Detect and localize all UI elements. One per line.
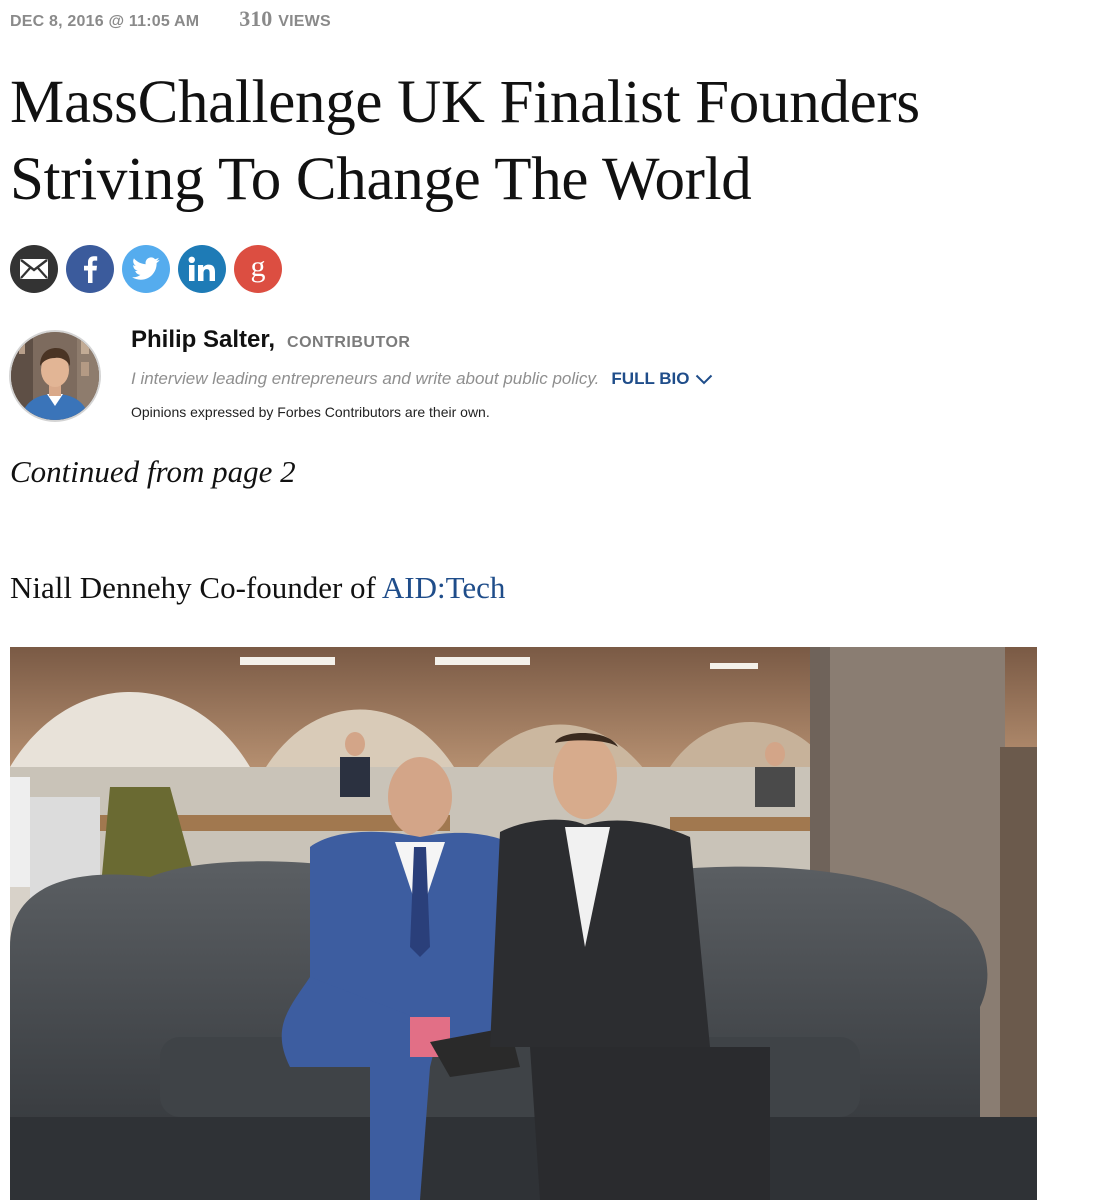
- google-plus-icon: g: [251, 254, 266, 283]
- aidtech-link[interactable]: AID:Tech: [382, 570, 506, 605]
- continued-note: Continued from page 2: [10, 454, 296, 489]
- author-line: Philip Salter, CONTRIBUTOR: [131, 326, 410, 354]
- publish-date: DEC 8, 2016 @ 11:05 AM: [10, 13, 200, 30]
- views-count: 310: [239, 6, 273, 31]
- author-avatar[interactable]: [9, 330, 101, 422]
- author-bio-line: I interview leading entrepreneurs and wr…: [131, 369, 713, 389]
- svg-text:g: g: [251, 254, 266, 283]
- twitter-share-button[interactable]: [122, 245, 170, 293]
- founders-on-sofa-photo: [10, 647, 1037, 1200]
- email-share-button[interactable]: [10, 245, 58, 293]
- article-meta: DEC 8, 2016 @ 11:05 AM 310 VIEWS: [10, 6, 331, 31]
- author-role: CONTRIBUTOR: [287, 334, 411, 351]
- article-paragraph: Niall Dennehy Co-founder of AID:Tech: [10, 570, 505, 606]
- contributor-disclaimer: Opinions expressed by Forbes Contributor…: [131, 404, 490, 420]
- author-name-link[interactable]: Philip Salter,: [131, 326, 275, 354]
- author-bio: I interview leading entrepreneurs and wr…: [131, 369, 600, 388]
- chevron-down-icon: [696, 374, 713, 384]
- share-bar: g: [10, 245, 282, 293]
- linkedin-icon: [188, 256, 215, 281]
- email-icon: [20, 259, 48, 279]
- google-plus-share-button[interactable]: g: [234, 245, 282, 293]
- facebook-icon: [84, 256, 98, 283]
- facebook-share-button[interactable]: [66, 245, 114, 293]
- article-photo: [10, 647, 1037, 1200]
- twitter-icon: [132, 257, 160, 280]
- author-photo: [11, 332, 99, 420]
- full-bio-label: FULL BIO: [611, 369, 690, 388]
- full-bio-toggle[interactable]: FULL BIO: [611, 369, 713, 389]
- article-title: MassChallenge UK Finalist Founders Striv…: [10, 69, 920, 213]
- paragraph-text: Niall Dennehy Co-founder of: [10, 570, 382, 605]
- linkedin-share-button[interactable]: [178, 245, 226, 293]
- views-label: VIEWS: [278, 13, 331, 30]
